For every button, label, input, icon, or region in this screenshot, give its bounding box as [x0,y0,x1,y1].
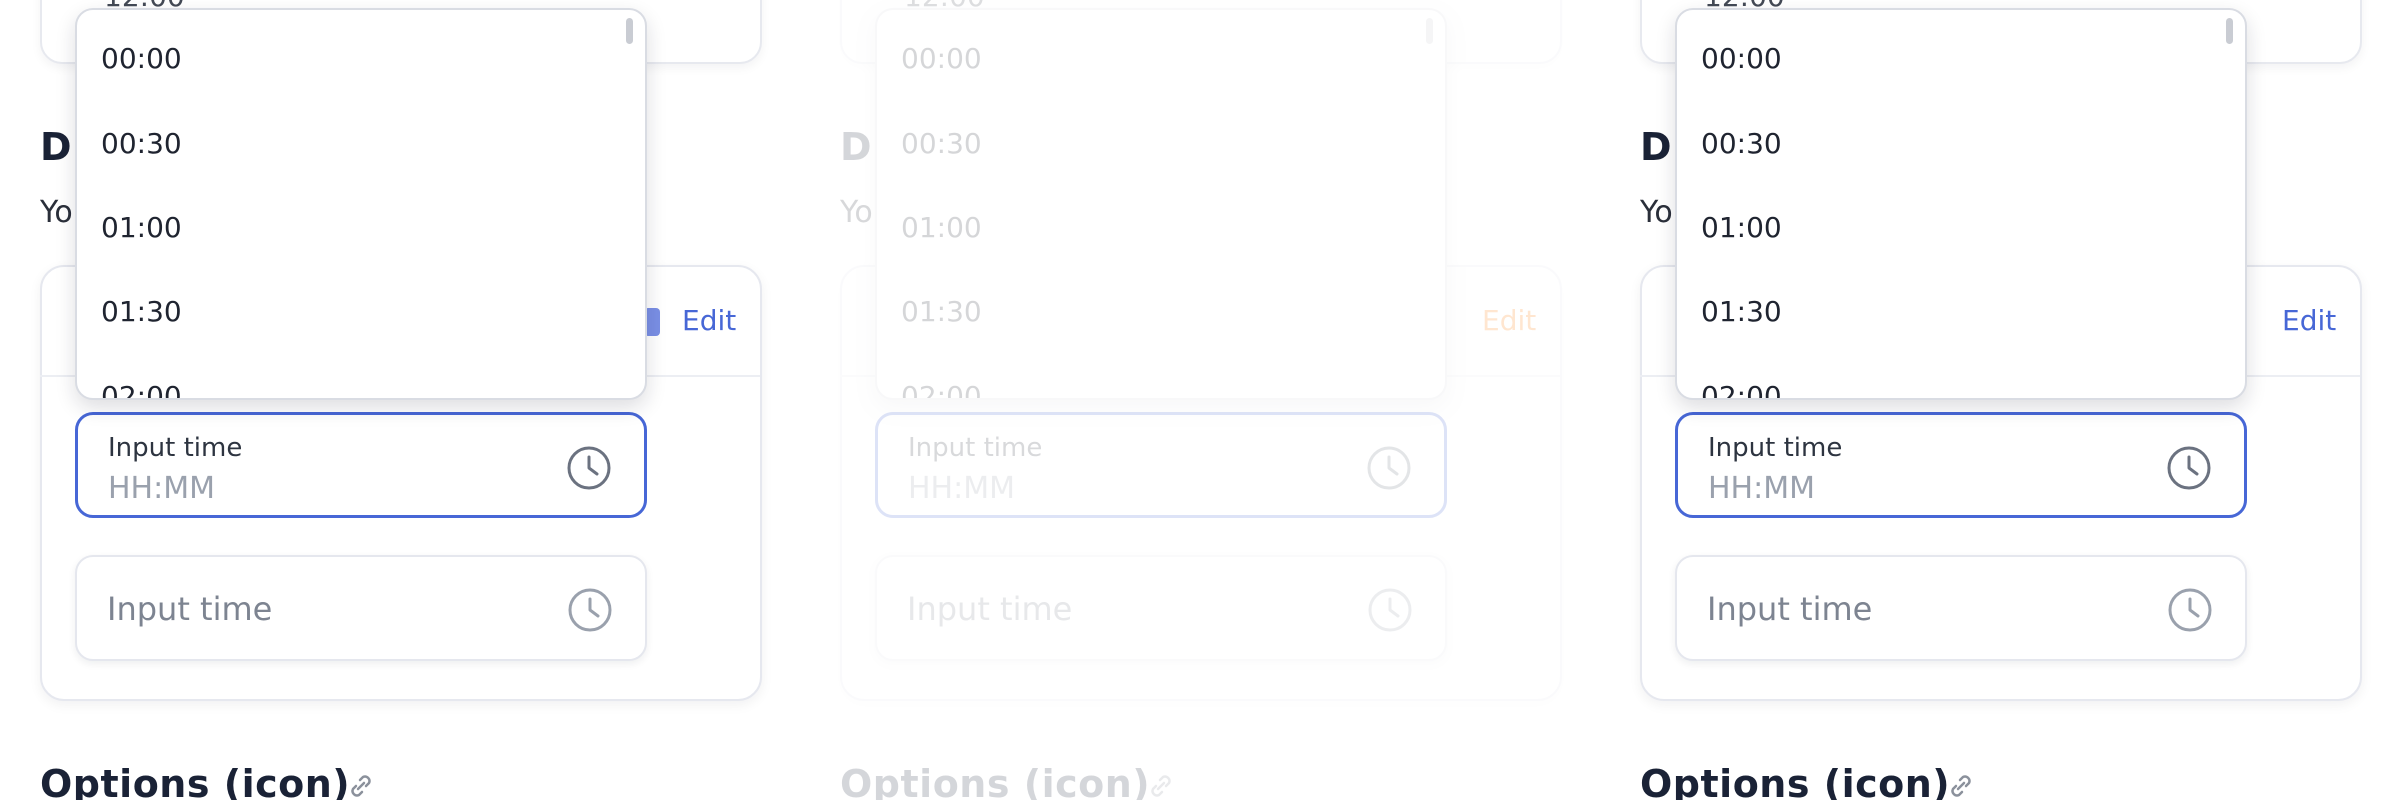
panel-middle: 12:00 Dr Yo Edit Input time HH:MM Input … [800,0,1580,800]
options-title: Options (icon) [1640,762,1951,800]
section-description: Yo [840,195,873,230]
time-input-focused[interactable]: Input time HH:MM [75,412,647,518]
input-placeholder: Input time [1707,590,1873,628]
section-description: Yo [40,195,73,230]
clock-icon[interactable] [567,587,613,633]
panel-left: 12:00 Dr Yo Edit Input time HH:MM Input … [0,0,780,800]
input-placeholder: Input time [907,590,1073,628]
link-icon[interactable] [1145,770,1177,800]
dropdown-scrollbar[interactable] [626,18,633,44]
dropdown-item[interactable]: 02:00 [1701,380,1782,398]
time-input[interactable]: Input time [1675,555,2247,661]
dropdown-item[interactable]: 00:30 [901,127,982,160]
dropdown-item[interactable]: 00:00 [901,42,982,75]
dropdown-scrollbar[interactable] [1426,18,1433,44]
dropdown-item[interactable]: 01:30 [101,295,182,328]
dropdown-item[interactable]: 00:00 [101,42,182,75]
input-placeholder: HH:MM [108,471,215,506]
panel-right: 12:00 Dr Yo Edit Input time HH:MM Input … [1600,0,2380,800]
dropdown-item[interactable]: 00:30 [101,127,182,160]
link-icon[interactable] [345,770,377,800]
input-label: Input time [1708,433,1843,463]
dropdown-scrollbar[interactable] [2226,18,2233,44]
page: 12:00 Dr Yo Edit Input time HH:MM Input … [0,0,2400,800]
time-input[interactable]: Input time [75,555,647,661]
options-title: Options (icon) [840,762,1151,800]
link-icon[interactable] [1945,770,1977,800]
time-dropdown[interactable]: 00:00 00:30 01:00 01:30 02:00 [1675,8,2247,400]
dropdown-item[interactable]: 01:00 [101,211,182,244]
dropdown-item[interactable]: 01:30 [901,295,982,328]
input-label: Input time [108,433,243,463]
time-input[interactable]: Input time [875,555,1447,661]
input-label: Input time [908,433,1043,463]
input-placeholder: HH:MM [908,471,1015,506]
dropdown-item[interactable]: 00:00 [1701,42,1782,75]
input-placeholder: HH:MM [1708,471,1815,506]
section-description: Yo [1640,195,1673,230]
clock-icon[interactable] [1367,587,1413,633]
input-placeholder: Input time [107,590,273,628]
edit-button[interactable]: Edit [2282,304,2336,337]
time-dropdown[interactable]: 00:00 00:30 01:00 01:30 02:00 [875,8,1447,400]
dropdown-item[interactable]: 02:00 [101,380,182,398]
clock-icon[interactable] [566,445,612,491]
clock-icon[interactable] [2166,445,2212,491]
edit-button[interactable]: Edit [1482,304,1536,337]
dropdown-item[interactable]: 00:30 [1701,127,1782,160]
options-title: Options (icon) [40,762,351,800]
dropdown-item[interactable]: 01:00 [1701,211,1782,244]
dropdown-item[interactable]: 02:00 [901,380,982,398]
clock-icon[interactable] [1366,445,1412,491]
time-dropdown[interactable]: 00:00 00:30 01:00 01:30 02:00 [75,8,647,400]
edit-button[interactable]: Edit [682,304,736,337]
dropdown-item[interactable]: 01:00 [901,211,982,244]
time-input-focused[interactable]: Input time HH:MM [1675,412,2247,518]
dropdown-item[interactable]: 01:30 [1701,295,1782,328]
clock-icon[interactable] [2167,587,2213,633]
time-input-focused[interactable]: Input time HH:MM [875,412,1447,518]
